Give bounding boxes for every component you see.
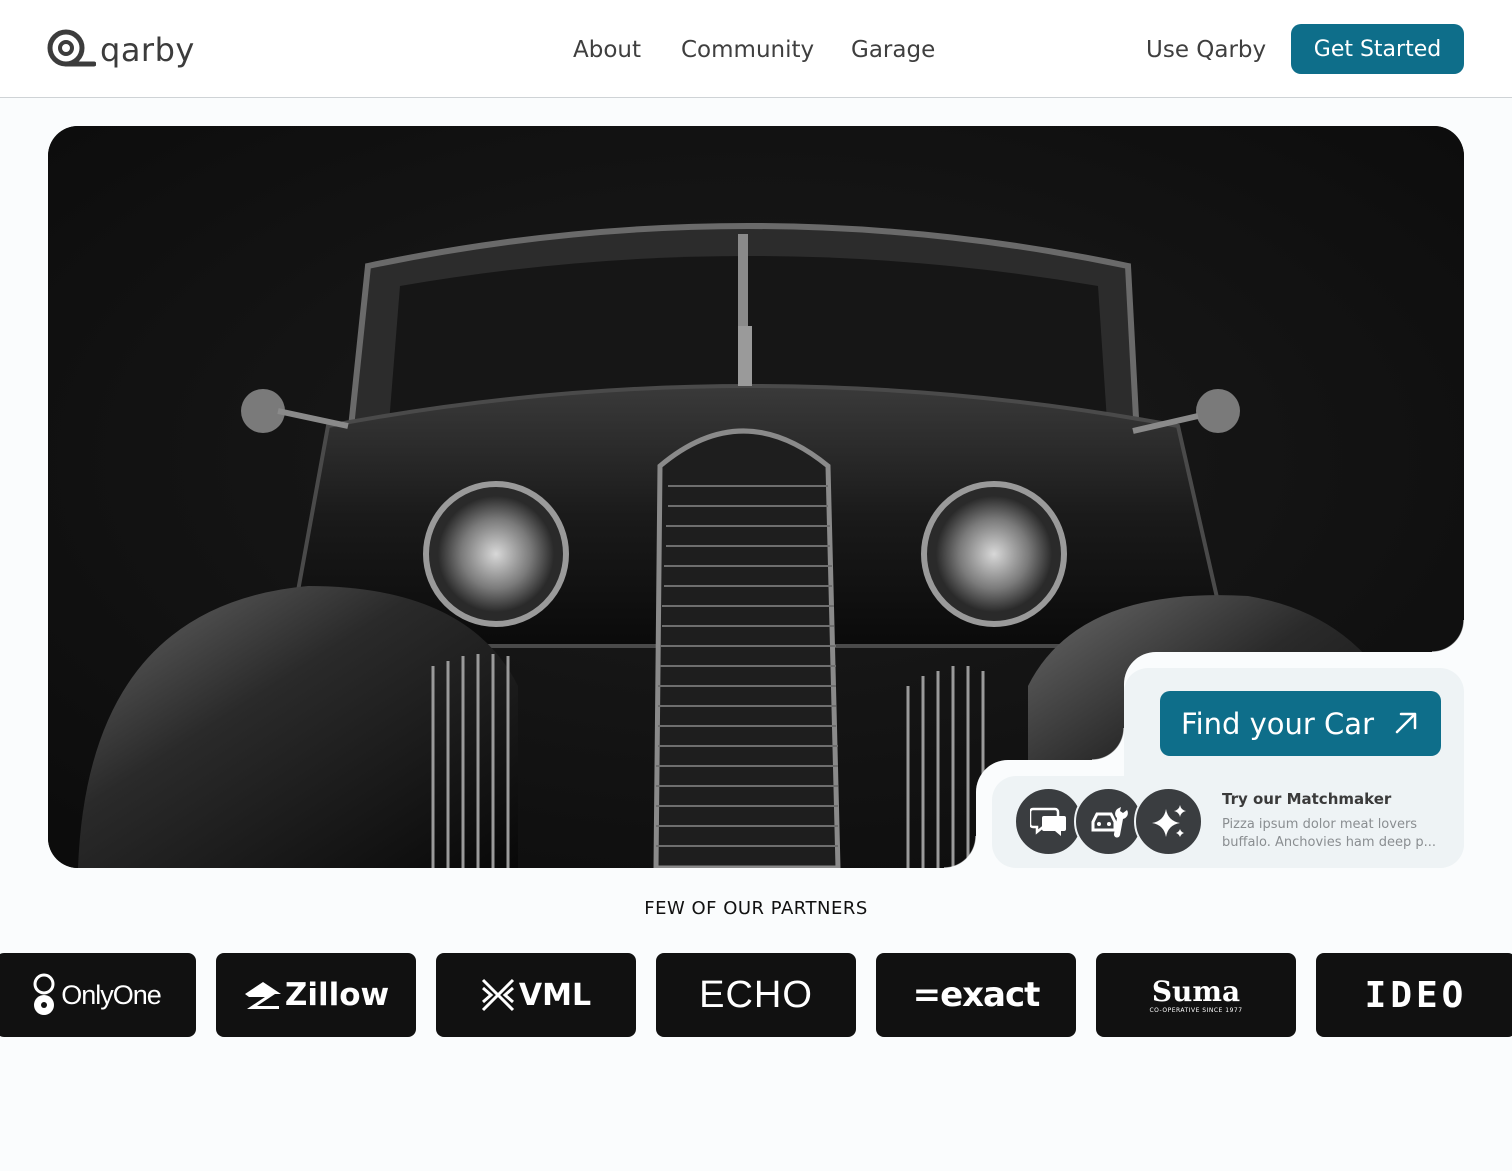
nav-community[interactable]: Community xyxy=(681,33,814,67)
sparkles-icon xyxy=(1134,787,1203,856)
qarby-logo-icon xyxy=(47,29,96,67)
get-started-button[interactable]: Get Started xyxy=(1291,24,1464,74)
partner-exact-logo[interactable]: =exact xyxy=(876,953,1076,1037)
matchmaker-feature-icons xyxy=(1014,787,1204,857)
onlyone-mark-icon xyxy=(33,973,55,1015)
brand-logo[interactable]: qarby xyxy=(46,28,195,72)
vml-wordmark: VML xyxy=(518,977,592,1013)
ideo-wordmark: IDEO xyxy=(1364,974,1468,1016)
exact-wordmark: =exact xyxy=(912,975,1041,1015)
partner-echo-logo[interactable]: ECHO xyxy=(656,953,856,1037)
brand-name: qarby xyxy=(100,31,195,69)
echo-wordmark: ECHO xyxy=(699,973,813,1016)
suma-wordmark: Suma xyxy=(1151,974,1241,1008)
nav-about[interactable]: About xyxy=(573,33,641,67)
partner-vml-logo[interactable]: VML xyxy=(436,953,636,1037)
partner-ideo-logo[interactable]: IDEO xyxy=(1316,953,1512,1037)
nav-garage[interactable]: Garage xyxy=(851,33,935,67)
partners-heading: FEW OF OUR PARTNERS xyxy=(644,898,868,919)
zillow-wordmark: Zillow xyxy=(284,977,390,1013)
notch-corner xyxy=(1092,728,1124,760)
arrow-up-right-icon xyxy=(1395,712,1417,734)
matchmaker-title: Try our Matchmaker xyxy=(1222,790,1392,808)
matchmaker-description: Pizza ipsum dolor meat lovers buffalo. A… xyxy=(1222,817,1436,850)
chat-bubbles-icon xyxy=(1014,787,1083,856)
zillow-mark-icon xyxy=(244,982,281,1009)
partner-onlyone-logo[interactable]: OnlyOne xyxy=(0,953,196,1037)
find-your-car-label: Find your Car xyxy=(1181,706,1375,741)
partner-suma-logo[interactable]: Suma CO-OPERATIVE SINCE 1977 xyxy=(1096,953,1296,1037)
notch-corner xyxy=(1432,620,1464,652)
onlyone-wordmark: OnlyOne xyxy=(61,979,162,1010)
notch-corner xyxy=(944,836,976,868)
car-wrench-icon xyxy=(1074,787,1143,856)
site-header: qarby About Community Garage Use Qarby G… xyxy=(0,0,1512,98)
find-your-car-button[interactable]: Find your Car xyxy=(1160,691,1441,756)
partner-zillow-logo[interactable]: Zillow xyxy=(216,953,416,1037)
suma-tagline: CO-OPERATIVE SINCE 1977 xyxy=(1149,1006,1243,1014)
vml-mark-icon xyxy=(481,978,514,1012)
use-qarby-link[interactable]: Use Qarby xyxy=(1146,33,1266,67)
